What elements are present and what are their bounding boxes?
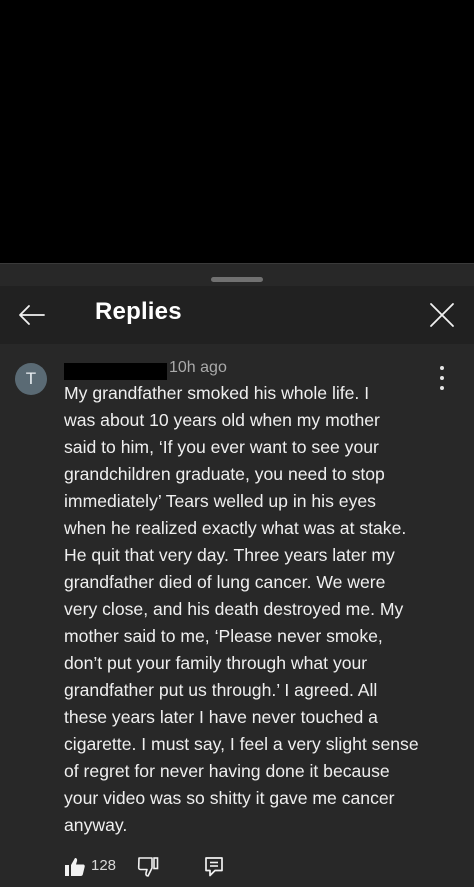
more-vertical-icon (440, 366, 444, 370)
replies-header: Replies (0, 286, 474, 344)
comment-item: T 10h ago My grandfather smoked his whol… (0, 344, 474, 887)
reply-icon (205, 857, 223, 877)
close-icon (430, 303, 454, 327)
drag-handle[interactable] (211, 277, 263, 282)
thumbs-down-icon (137, 857, 159, 877)
comment-actions: 128 (0, 852, 474, 886)
replies-panel: Replies T 10h ago My grandfather smoked … (0, 263, 474, 887)
thumbs-up-icon (65, 858, 85, 876)
close-button[interactable] (424, 297, 460, 333)
back-button[interactable] (14, 299, 50, 331)
comment-text: My grandfather smoked his whole life. I … (64, 383, 419, 835)
avatar[interactable]: T (15, 363, 47, 395)
video-player-area[interactable] (0, 0, 474, 263)
like-count: 128 (91, 857, 117, 874)
dislike-button[interactable] (137, 856, 159, 878)
author-name-redacted[interactable] (64, 363, 167, 380)
reply-button[interactable] (203, 856, 225, 878)
comment-timestamp[interactable]: 10h ago (169, 359, 227, 377)
panel-title: Replies (95, 298, 182, 325)
like-button[interactable] (64, 856, 86, 878)
back-arrow-icon (19, 305, 45, 325)
